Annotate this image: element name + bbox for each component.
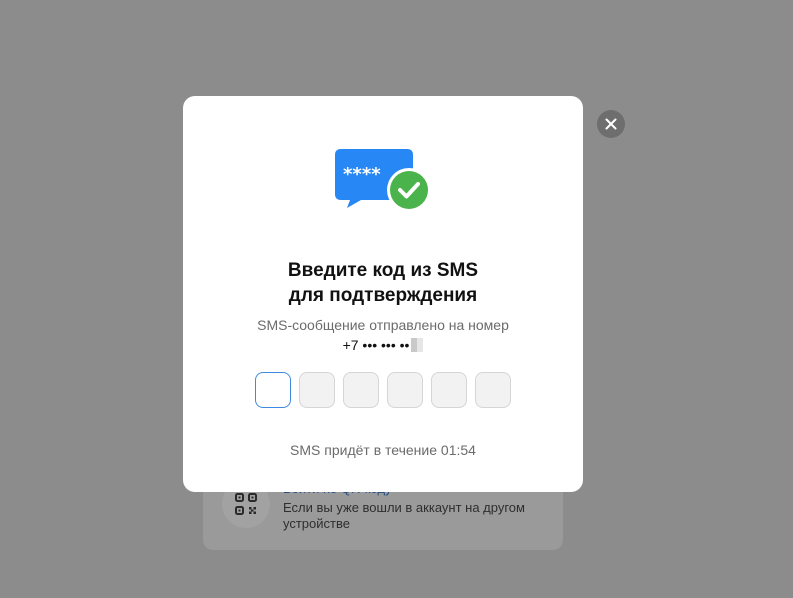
qr-login-description: Если вы уже вошли в аккаунт на другом ус… <box>283 500 525 531</box>
code-digit-4[interactable] <box>387 372 423 408</box>
title-line-2: для подтверждения <box>288 285 478 306</box>
code-digit-2[interactable] <box>299 372 335 408</box>
sms-bubble-text: **** <box>343 164 381 185</box>
code-digit-6[interactable] <box>475 372 511 408</box>
code-digit-3[interactable] <box>343 372 379 408</box>
phone-redacted-digits <box>411 338 424 352</box>
title-line-1: Введите код из SMS <box>287 260 479 281</box>
resend-timer: SMS придёт в течение 01:54 <box>290 442 476 458</box>
sms-bubble-icon: **** <box>335 149 431 212</box>
code-digit-1[interactable] <box>255 372 291 408</box>
sms-confirmation-modal: **** Введите код из SMS для подтверждени… <box>183 96 583 492</box>
close-button[interactable] <box>597 110 625 138</box>
phone-masked: +7 ••• ••• •• <box>342 337 410 353</box>
code-input-group <box>255 372 511 408</box>
code-digit-5[interactable] <box>431 372 467 408</box>
page-title: Введите код из SMS для подтверждения <box>183 258 583 308</box>
check-circle-icon <box>387 168 431 212</box>
sms-sent-text: SMS-сообщение отправлено на номер <box>257 317 509 333</box>
close-icon <box>605 118 617 130</box>
phone-number: +7 ••• ••• •• <box>183 335 583 355</box>
